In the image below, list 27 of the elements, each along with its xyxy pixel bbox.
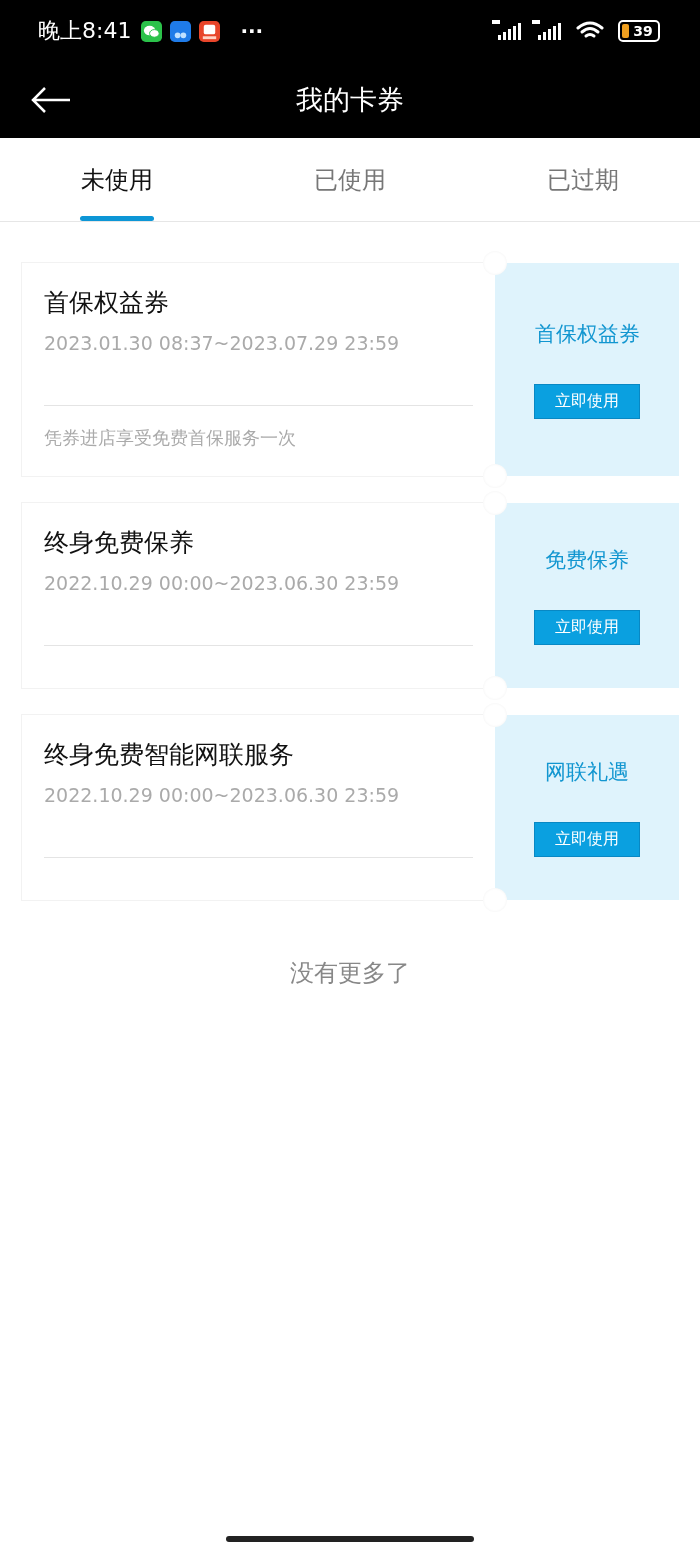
tab[interactable]: 未使用: [0, 138, 234, 221]
coupon-note: 凭券进店享受免费首保服务一次: [44, 426, 296, 450]
signal-icon: [492, 20, 524, 42]
status-time: 晚上8:41: [38, 17, 132, 45]
tab[interactable]: 已过期: [466, 138, 700, 221]
coupon-period: 2023.01.30 08:37~2023.07.29 23:59: [44, 331, 401, 355]
coupon-period: 2022.10.29 00:00~2023.06.30 23:59: [44, 571, 401, 595]
chat-app-icon: [141, 20, 163, 42]
coupon-title: 终身免费智能网联服务: [44, 739, 295, 771]
coupon-type: 首保权益券: [534, 321, 640, 348]
signal-icon: [532, 20, 564, 42]
use-now-button[interactable]: 立即使用: [534, 822, 640, 857]
tab[interactable]: 已使用: [233, 138, 467, 221]
car-app-icon: [170, 20, 192, 42]
use-now-button[interactable]: 立即使用: [534, 610, 640, 645]
coupon-title: 终身免费保养: [44, 527, 195, 559]
coupon-type: 网联礼遇: [545, 759, 629, 786]
coupon-title: 首保权益券: [44, 287, 170, 319]
coupon-type: 免费保养: [545, 547, 629, 574]
page-title: 我的卡券: [296, 83, 404, 117]
shop-app-icon: [199, 20, 221, 42]
battery-indicator: 39: [618, 20, 660, 42]
end-of-list-text: 没有更多了: [289, 958, 411, 989]
more-notifications: ···: [240, 19, 264, 43]
use-now-button[interactable]: 立即使用: [534, 384, 640, 419]
coupon-period: 2022.10.29 00:00~2023.06.30 23:59: [44, 783, 401, 807]
back-arrow-icon[interactable]: [30, 86, 72, 114]
